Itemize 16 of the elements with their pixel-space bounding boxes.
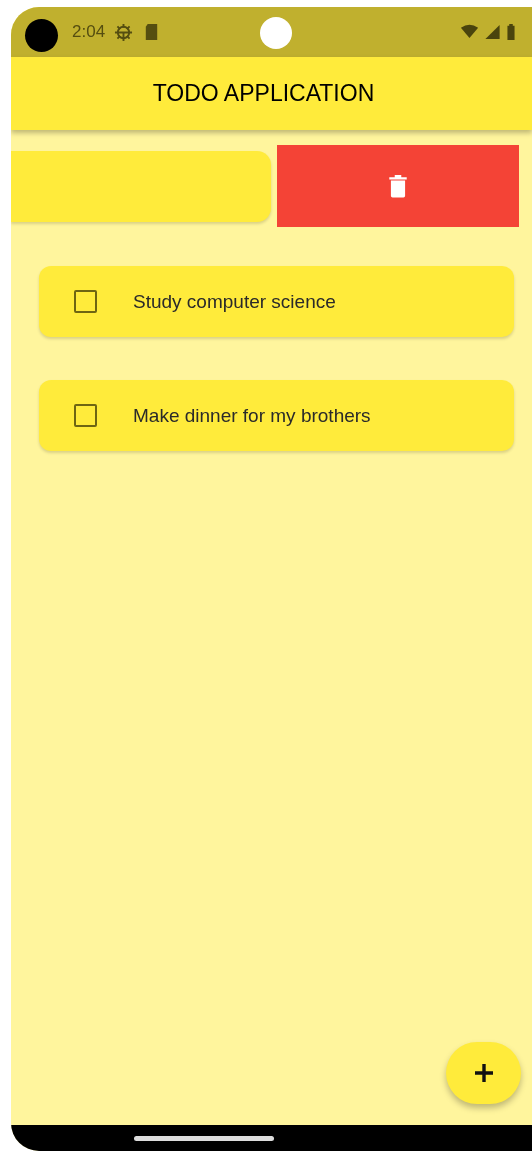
battery-icon — [506, 24, 516, 40]
checkbox[interactable] — [74, 290, 97, 313]
wifi-icon — [460, 24, 479, 40]
home-handle[interactable] — [133, 1135, 274, 1141]
clock: 2:04 — [72, 22, 106, 42]
status-dot — [260, 17, 292, 49]
plus-icon — [473, 1063, 494, 1083]
signal-icon — [483, 24, 502, 40]
add-button[interactable] — [446, 1042, 521, 1104]
checkbox[interactable] — [74, 404, 97, 427]
trash-icon — [388, 174, 408, 198]
todo-text: Study computer science — [133, 290, 336, 313]
app-title: TODO APPLICATION — [152, 80, 375, 107]
camera-hole — [25, 18, 58, 52]
todo-text: Make dinner for my brothers — [133, 404, 371, 427]
gear-icon — [114, 22, 134, 42]
